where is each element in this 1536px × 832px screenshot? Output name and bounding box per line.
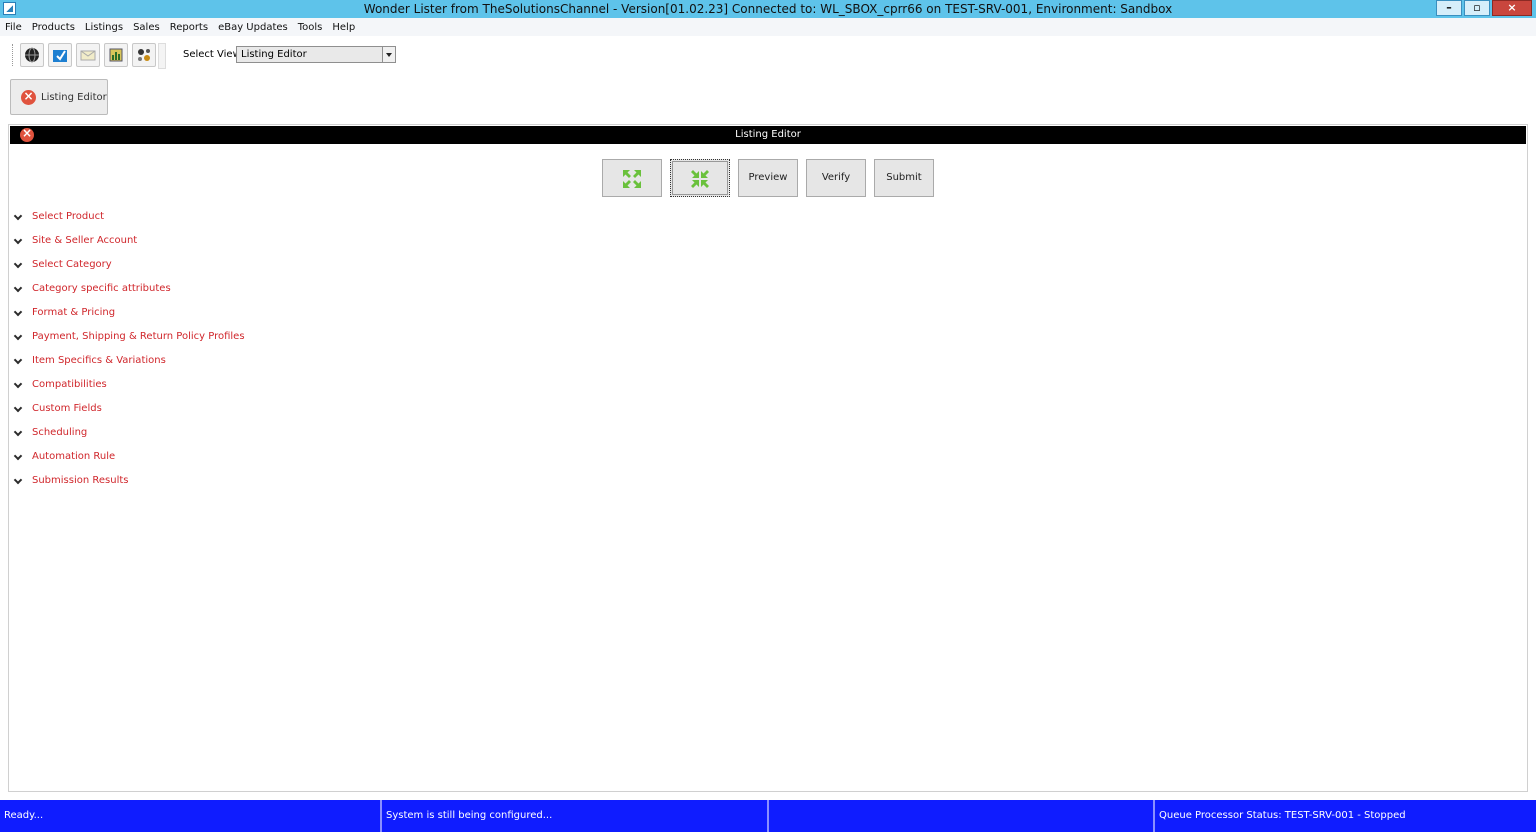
report-button[interactable]: [104, 43, 128, 67]
window-title: Wonder Lister from TheSolutionsChannel -…: [363, 2, 1173, 16]
tools-icon: [138, 49, 150, 61]
close-icon: ×: [1507, 1, 1517, 14]
section-label[interactable]: Custom Fields: [32, 403, 102, 414]
globe-icon: [25, 47, 39, 63]
chevron-down-icon[interactable]: [13, 211, 23, 221]
section-label[interactable]: Automation Rule: [32, 451, 115, 462]
collapse-all-icon: [691, 170, 709, 188]
section-label[interactable]: Payment, Shipping & Return Policy Profil…: [32, 331, 245, 342]
close-tab-icon[interactable]: [21, 89, 36, 105]
restore-button[interactable]: ▫: [1464, 0, 1490, 16]
status-bar: Ready... System is still being configure…: [0, 800, 1536, 832]
menu-file[interactable]: File: [5, 22, 22, 33]
section-label[interactable]: Select Product: [32, 211, 104, 222]
panel-title: Listing Editor: [735, 129, 801, 140]
section-label[interactable]: Site & Seller Account: [32, 235, 137, 246]
section-label[interactable]: Select Category: [32, 259, 112, 270]
expand-all-icon: [623, 170, 641, 188]
chevron-down-icon[interactable]: [13, 355, 23, 365]
chevron-down-icon[interactable]: [13, 451, 23, 461]
envelope-button[interactable]: [76, 43, 100, 67]
envelope-icon: [80, 50, 96, 61]
status-queue-processor: Queue Processor Status: TEST-SRV-001 - S…: [1159, 810, 1406, 821]
menu-ebay-updates[interactable]: eBay Updates: [218, 22, 288, 33]
expand-all-button[interactable]: [602, 159, 662, 197]
section-label[interactable]: Item Specifics & Variations: [32, 355, 166, 366]
report-icon: [109, 48, 123, 62]
title-bar: Wonder Lister from TheSolutionsChannel -…: [0, 0, 1536, 18]
chevron-down-icon[interactable]: [13, 259, 23, 269]
menu-products[interactable]: Products: [32, 22, 75, 33]
chevron-down-icon[interactable]: [13, 379, 23, 389]
section-label[interactable]: Compatibilities: [32, 379, 107, 390]
chevron-down-icon[interactable]: [13, 283, 23, 293]
select-view-value: Listing Editor: [241, 49, 307, 60]
tools-button[interactable]: [132, 43, 156, 67]
chevron-down-icon[interactable]: [382, 47, 395, 62]
globe-button[interactable]: [20, 43, 44, 67]
menu-tools[interactable]: Tools: [298, 22, 323, 33]
chevron-down-icon[interactable]: [13, 475, 23, 485]
section-label[interactable]: Format & Pricing: [32, 307, 115, 318]
tab-label: Listing Editor: [41, 92, 107, 103]
tab-listing-editor[interactable]: Listing Editor: [10, 79, 108, 115]
select-view-label: Select View:: [183, 49, 244, 60]
chevron-down-icon[interactable]: [13, 403, 23, 413]
toolbar: Select View: Listing Editor: [0, 36, 1536, 74]
chevron-down-icon[interactable]: [13, 235, 23, 245]
minimize-icon: –: [1446, 1, 1452, 14]
submit-button[interactable]: Submit: [874, 159, 934, 197]
collapse-all-button[interactable]: [670, 159, 730, 197]
close-button[interactable]: ×: [1492, 0, 1532, 16]
section-label[interactable]: Category specific attributes: [32, 283, 171, 294]
chevron-down-icon[interactable]: [13, 307, 23, 317]
status-middle: [769, 800, 1155, 832]
menu-listings[interactable]: Listings: [85, 22, 123, 33]
chevron-down-icon[interactable]: [13, 427, 23, 437]
status-config: System is still being configured...: [382, 800, 769, 832]
status-ready: Ready...: [0, 800, 382, 832]
import-icon: [53, 50, 67, 62]
verify-button[interactable]: Verify: [806, 159, 866, 197]
menu-help[interactable]: Help: [332, 22, 355, 33]
section-label[interactable]: Scheduling: [32, 427, 87, 438]
preview-button[interactable]: Preview: [738, 159, 798, 197]
chevron-down-icon[interactable]: [13, 331, 23, 341]
menu-sales[interactable]: Sales: [133, 22, 160, 33]
import-button[interactable]: [48, 43, 72, 67]
restore-icon: ▫: [1473, 1, 1481, 14]
menu-bar: File Products Listings Sales Reports eBa…: [0, 18, 1536, 36]
listing-editor-panel: Listing Editor Preview Verify Submit Sel…: [8, 124, 1528, 792]
panel-header: Listing Editor: [10, 126, 1526, 144]
toolbar-grip[interactable]: [12, 44, 15, 66]
minimize-button[interactable]: –: [1436, 0, 1462, 16]
toolbar-overflow[interactable]: [158, 43, 166, 69]
menu-reports[interactable]: Reports: [170, 22, 208, 33]
select-view-dropdown[interactable]: Listing Editor: [236, 46, 396, 63]
window-controls: – ▫ ×: [1434, 0, 1532, 16]
section-label[interactable]: Submission Results: [32, 475, 129, 486]
